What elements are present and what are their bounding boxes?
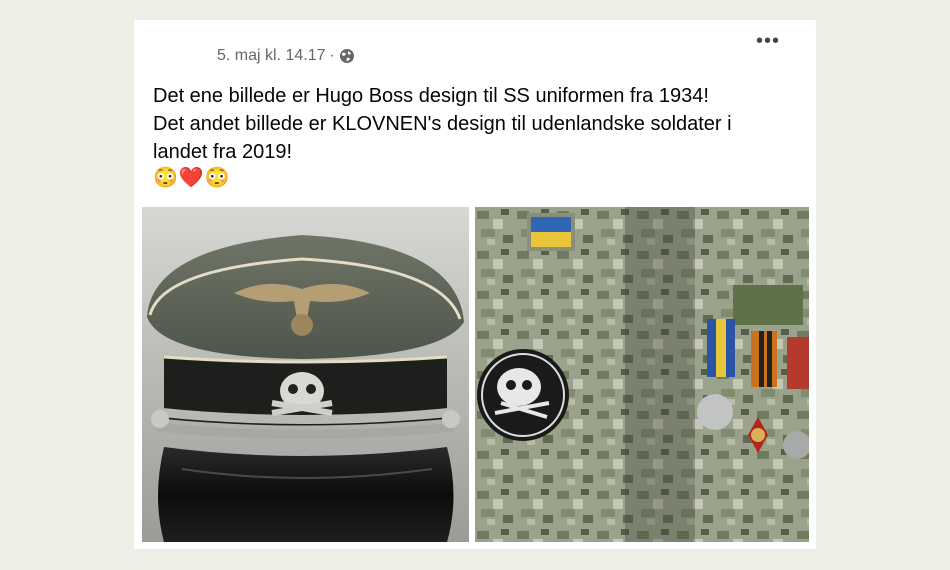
more-options-icon[interactable]: ••• — [756, 31, 780, 51]
red-heart-emoji: ❤️ — [178, 167, 204, 189]
post-meta: 5. maj kl. 14.17 · — [217, 47, 355, 65]
post-card: 5. maj kl. 14.17 · ••• Det ene billede e… — [134, 20, 816, 549]
globe-icon[interactable] — [339, 48, 355, 64]
meta-separator: · — [329, 47, 335, 64]
post-timestamp[interactable]: 5. maj kl. 14.17 — [217, 47, 326, 65]
post-text: Det ene billede er Hugo Boss design til … — [153, 82, 773, 190]
post-text-line: Det andet billede er KLOVNEN's design ti… — [153, 113, 732, 135]
emoji-row: 😳 ❤️ 😳 — [153, 166, 773, 190]
post-text-line: landet fra 2019! — [153, 141, 292, 163]
uniform-photo[interactable] — [475, 207, 809, 542]
post-text-line: Det ene billede er Hugo Boss design til … — [153, 85, 709, 107]
flushed-face-emoji: 😳 — [204, 167, 230, 189]
flushed-face-emoji: 😳 — [153, 167, 178, 189]
cap-photo[interactable] — [142, 207, 469, 542]
